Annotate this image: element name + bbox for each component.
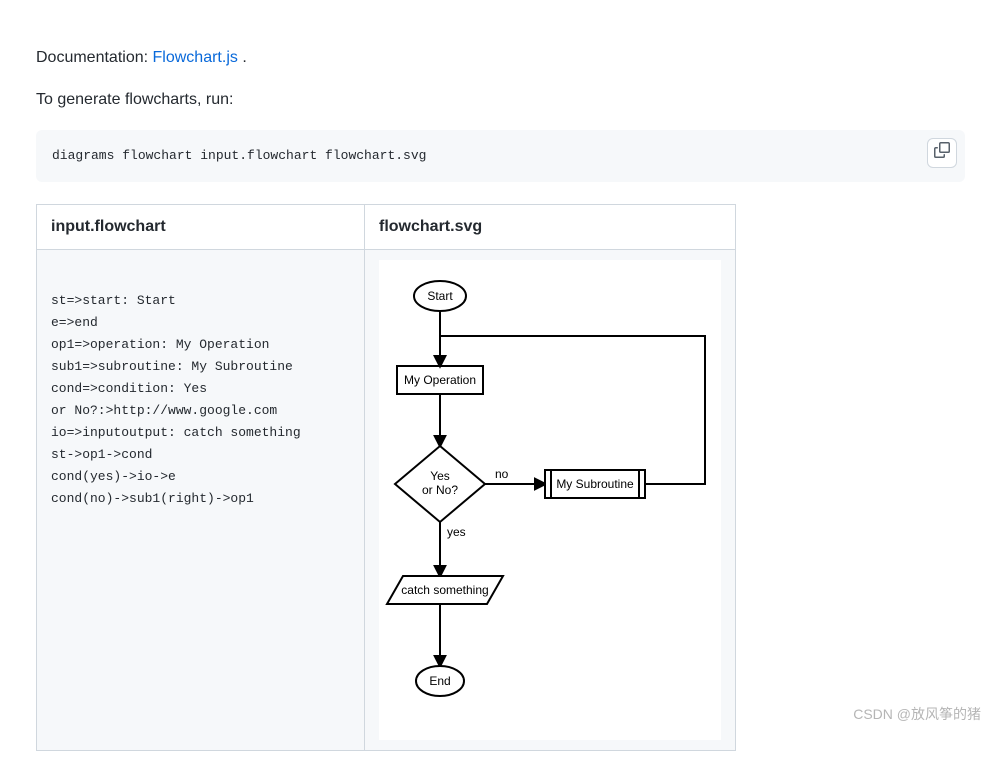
condition-label-2: or No? [422,483,458,497]
documentation-line: Documentation: Flowchart.js . [36,46,965,70]
yes-label: yes [447,525,466,539]
generate-instruction: To generate flowcharts, run: [36,88,965,112]
doc-prefix: Documentation: [36,49,153,66]
edge-sub-to-op [440,336,705,484]
header-output: flowchart.svg [365,204,736,249]
flowchart-diagram: Start My Operation Yes or No? [385,266,715,726]
operation-label: My Operation [404,373,476,387]
header-input: input.flowchart [37,204,365,249]
doc-suffix: . [238,49,247,66]
svg-cell: Start My Operation Yes or No? [365,249,736,750]
start-label: Start [427,289,453,303]
io-label: catch something [401,583,488,597]
source-cell: st=>start: Start e=>end op1=>operation: … [37,249,365,750]
subroutine-label: My Subroutine [556,477,634,491]
flowchartjs-link[interactable]: Flowchart.js [153,49,238,66]
command-codeblock: diagrams flowchart input.flowchart flowc… [36,130,965,182]
condition-label-1: Yes [430,469,450,483]
end-label: End [429,674,450,688]
watermark: CSDN @放风筝的猪 [853,704,981,725]
copy-icon [934,142,950,165]
no-label: no [495,467,509,481]
copy-button[interactable] [927,138,957,168]
example-table: input.flowchart flowchart.svg st=>start:… [36,204,736,751]
command-text: diagrams flowchart input.flowchart flowc… [52,148,426,163]
flowchart-svg-container: Start My Operation Yes or No? [379,260,721,740]
source-code: st=>start: Start e=>end op1=>operation: … [51,260,350,541]
